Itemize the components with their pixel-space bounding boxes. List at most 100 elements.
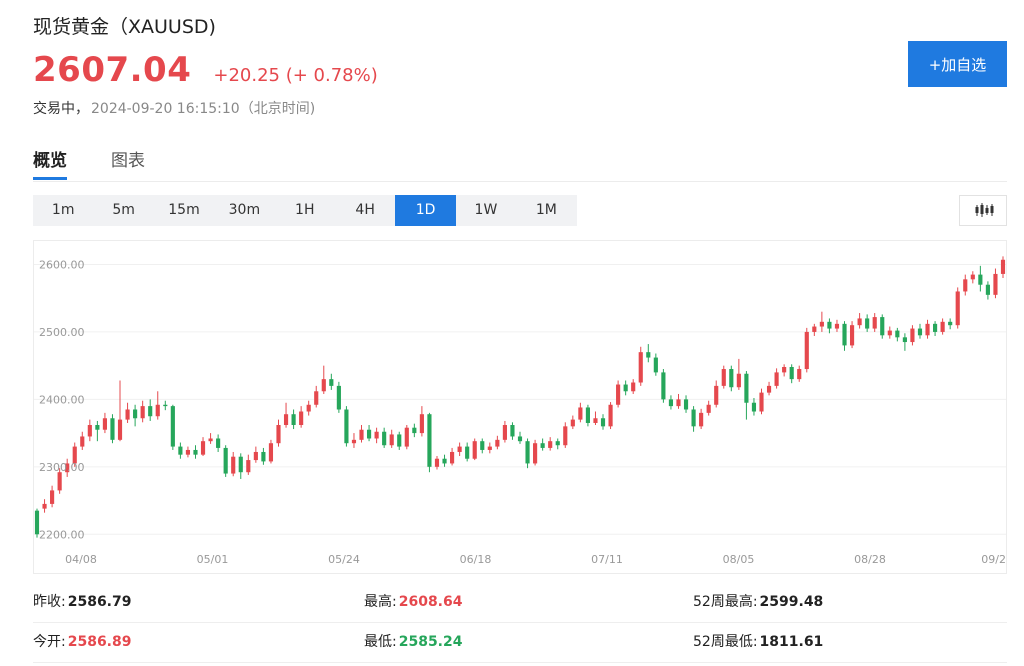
y-tick-label: 2200.00	[39, 528, 85, 541]
candle	[608, 402, 613, 430]
x-tick-label: 08/28	[854, 553, 886, 566]
candle	[917, 323, 923, 339]
chart-type-button[interactable]	[959, 195, 1007, 226]
x-tick-label: 04/08	[65, 553, 97, 566]
period-1mo[interactable]: 1M	[516, 195, 576, 226]
candle	[487, 442, 492, 454]
candle	[570, 415, 575, 430]
stat-low: 最低: 2585.24	[364, 634, 463, 650]
candle	[948, 318, 953, 330]
candle	[299, 406, 304, 428]
y-tick-label: 2600.00	[39, 258, 85, 271]
candlestick-icon	[975, 203, 994, 217]
x-tick-label: 09/2	[981, 553, 1006, 566]
candle	[351, 433, 357, 448]
period-1w[interactable]: 1W	[456, 195, 516, 226]
candle	[585, 404, 590, 427]
chart-grid	[34, 263, 1006, 535]
price-chart[interactable]: 2200.00 2300.00 2400.00 2500.00 2600.00 04/0…	[33, 240, 1007, 574]
x-tick-label: 05/24	[328, 553, 360, 566]
candle	[397, 431, 402, 450]
period-1m[interactable]: 1m	[33, 195, 93, 226]
candle	[782, 364, 787, 377]
candle	[963, 274, 968, 296]
stats-row-2: 今开: 2586.89 最低: 2585.24 52周最低: 1811.61	[33, 623, 1007, 663]
stat-open: 今开: 2586.89	[33, 634, 132, 650]
candle	[827, 318, 832, 334]
current-price: 2607.04	[33, 50, 192, 90]
candle	[95, 420, 100, 442]
candle	[261, 447, 266, 465]
candle	[502, 420, 507, 443]
candle	[495, 435, 500, 450]
candle	[555, 438, 560, 450]
candle	[706, 400, 711, 416]
period-15m[interactable]: 15m	[154, 195, 214, 226]
candle	[163, 400, 168, 411]
candle	[797, 365, 802, 382]
tabs-divider	[33, 181, 1007, 182]
candle	[117, 380, 123, 442]
candle	[880, 314, 885, 339]
candle	[238, 453, 243, 479]
candle	[865, 314, 870, 332]
candle	[699, 408, 704, 430]
candle	[102, 412, 107, 434]
candle	[321, 365, 326, 394]
candle	[533, 439, 538, 466]
y-tick-label: 2300.00	[39, 461, 85, 474]
trading-status: 交易中， 2024-09-20 16:15:10（北京时间)	[33, 98, 315, 118]
y-tick-label: 2400.00	[39, 393, 85, 406]
candle	[434, 456, 440, 470]
candle	[887, 326, 892, 339]
period-1h[interactable]: 1H	[275, 195, 335, 226]
candle	[366, 425, 372, 442]
candle	[872, 313, 877, 332]
candle	[404, 425, 409, 450]
price-row: 2607.04 +20.25 (+ 0.78%)	[33, 50, 378, 90]
period-5m[interactable]: 5m	[93, 195, 153, 226]
period-30m[interactable]: 30m	[214, 195, 274, 226]
period-4h[interactable]: 4H	[335, 195, 395, 226]
candle	[985, 281, 990, 300]
candle	[910, 325, 915, 346]
candle	[1000, 256, 1006, 278]
candlestick-chart: 2200.00 2300.00 2400.00 2500.00 2600.00 04/0…	[34, 256, 1006, 566]
candle	[563, 422, 568, 448]
candle	[133, 404, 138, 427]
candle	[276, 419, 281, 447]
candle	[661, 369, 666, 403]
candle	[819, 311, 824, 332]
candle	[804, 327, 809, 373]
candle	[849, 321, 855, 349]
candle	[902, 333, 907, 351]
tab-overview[interactable]: 概览	[33, 144, 67, 180]
candle	[933, 321, 938, 336]
candle	[517, 431, 523, 444]
candle	[993, 268, 998, 299]
y-axis-labels: 2200.00 2300.00 2400.00 2500.00 2600.00	[39, 258, 85, 541]
candle	[412, 423, 417, 438]
candle	[578, 402, 583, 423]
stat-52w-high: 52周最高: 2599.48	[693, 594, 824, 610]
add-to-watchlist-button[interactable]: +加自选	[908, 41, 1007, 87]
candle	[336, 381, 341, 413]
stat-high: 最高: 2608.64	[364, 594, 463, 610]
timestamp: 2024-09-20 16:15:10（北京时间)	[91, 101, 316, 117]
candle	[789, 364, 794, 384]
candle	[80, 431, 85, 450]
candle	[359, 425, 364, 443]
candle	[834, 319, 840, 332]
candle	[646, 344, 651, 363]
candle	[419, 406, 424, 437]
candle	[223, 445, 228, 477]
candle	[744, 371, 749, 420]
candle	[736, 358, 741, 390]
candle	[480, 438, 485, 454]
tab-chart[interactable]: 图表	[111, 144, 145, 180]
candle	[955, 287, 960, 329]
candle	[50, 485, 55, 508]
candle	[193, 445, 198, 459]
period-1d[interactable]: 1D	[395, 195, 456, 226]
candle	[842, 321, 847, 351]
